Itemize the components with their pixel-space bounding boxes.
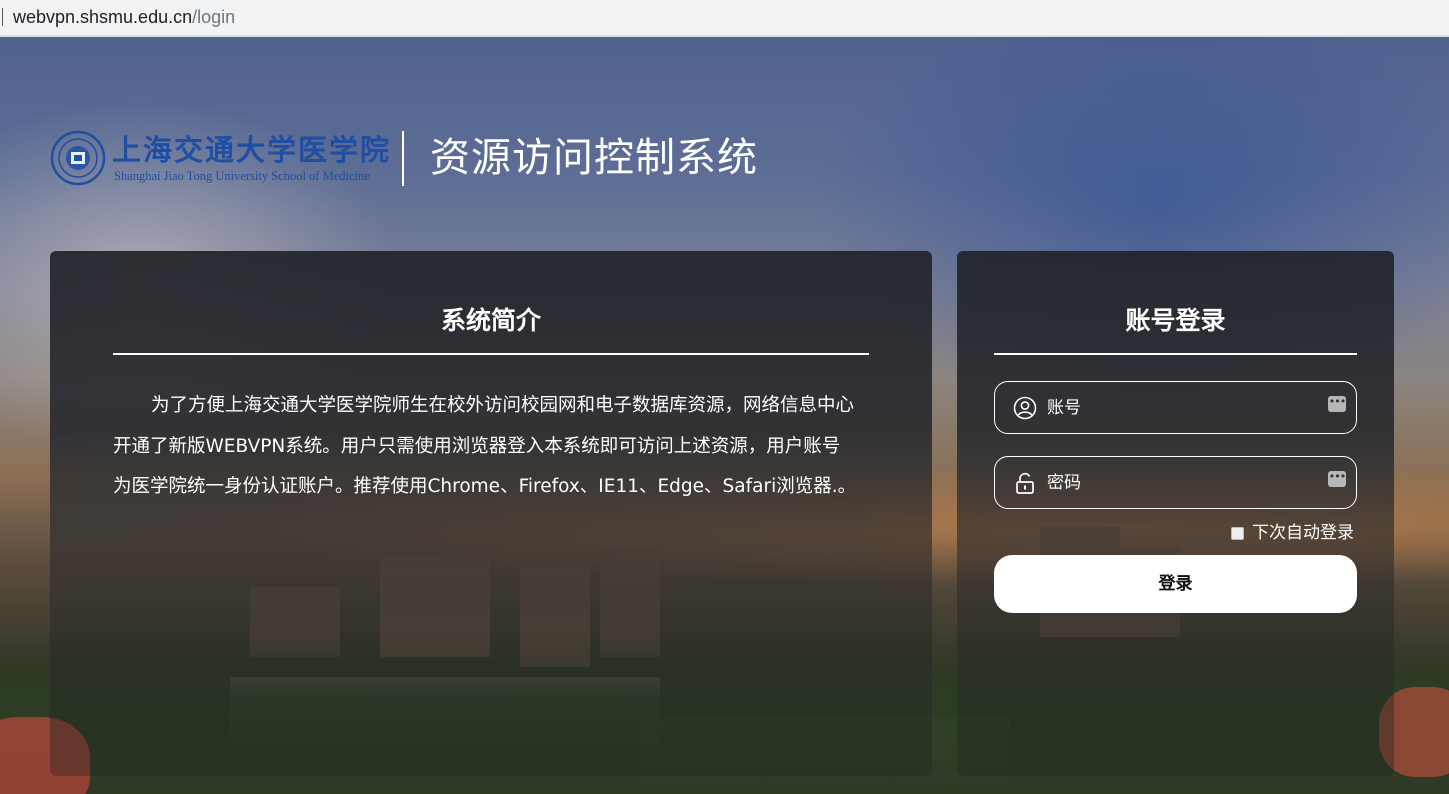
username-placeholder: 账号 xyxy=(1047,398,1081,418)
password-placeholder: 密码 xyxy=(1047,473,1081,493)
intro-panel: 系统简介 为了方便上海交通大学医学院师生在校外访问校园网和电子数据库资源，网络信… xyxy=(50,251,932,776)
logo-chinese-name: 上海交通大学医学院 xyxy=(112,133,392,167)
school-seal-icon xyxy=(50,130,106,186)
username-field[interactable]: 账号 ••• xyxy=(994,381,1357,434)
password-input[interactable] xyxy=(1045,465,1319,503)
intro-body-text: 为了方便上海交通大学医学院师生在校外访问校园网和电子数据库资源，网络信息中心开通… xyxy=(113,395,857,497)
intro-heading-rule xyxy=(113,353,869,355)
remember-me[interactable]: 下次自动登录 xyxy=(1231,522,1354,544)
remember-label[interactable]: 下次自动登录 xyxy=(1252,522,1354,544)
password-manager-key-icon-2[interactable]: ••• xyxy=(1328,471,1346,487)
login-heading-rule xyxy=(994,353,1357,355)
user-icon xyxy=(1013,396,1037,420)
login-panel: 账号登录 账号 ••• 密码 ••• 下次自动登录 登录 xyxy=(957,251,1394,776)
system-title: 资源访问控制系统 xyxy=(430,135,758,181)
password-manager-key-icon[interactable]: ••• xyxy=(1328,396,1346,412)
url-text[interactable]: webvpn.shsmu.edu.cn/login xyxy=(13,7,235,27)
logo-english-name: Shanghai Jiao Tong University School of … xyxy=(114,169,370,183)
password-field[interactable]: 密码 ••• xyxy=(994,456,1357,509)
login-button[interactable]: 登录 xyxy=(994,555,1357,613)
browser-address-bar[interactable]: webvpn.shsmu.edu.cn/login xyxy=(0,0,1449,37)
remember-checkbox[interactable] xyxy=(1231,526,1244,540)
header-divider xyxy=(402,131,404,186)
lock-icon xyxy=(1016,472,1034,494)
username-input[interactable] xyxy=(1045,390,1319,428)
url-path: /login xyxy=(192,7,236,27)
intro-heading: 系统简介 xyxy=(440,306,541,335)
login-heading: 账号登录 xyxy=(1125,306,1226,335)
url-host: webvpn.shsmu.edu.cn xyxy=(13,7,193,27)
text-cursor xyxy=(2,8,3,26)
school-logo[interactable]: 上海交通大学医学院 Shanghai Jiao Tong University … xyxy=(50,130,389,188)
